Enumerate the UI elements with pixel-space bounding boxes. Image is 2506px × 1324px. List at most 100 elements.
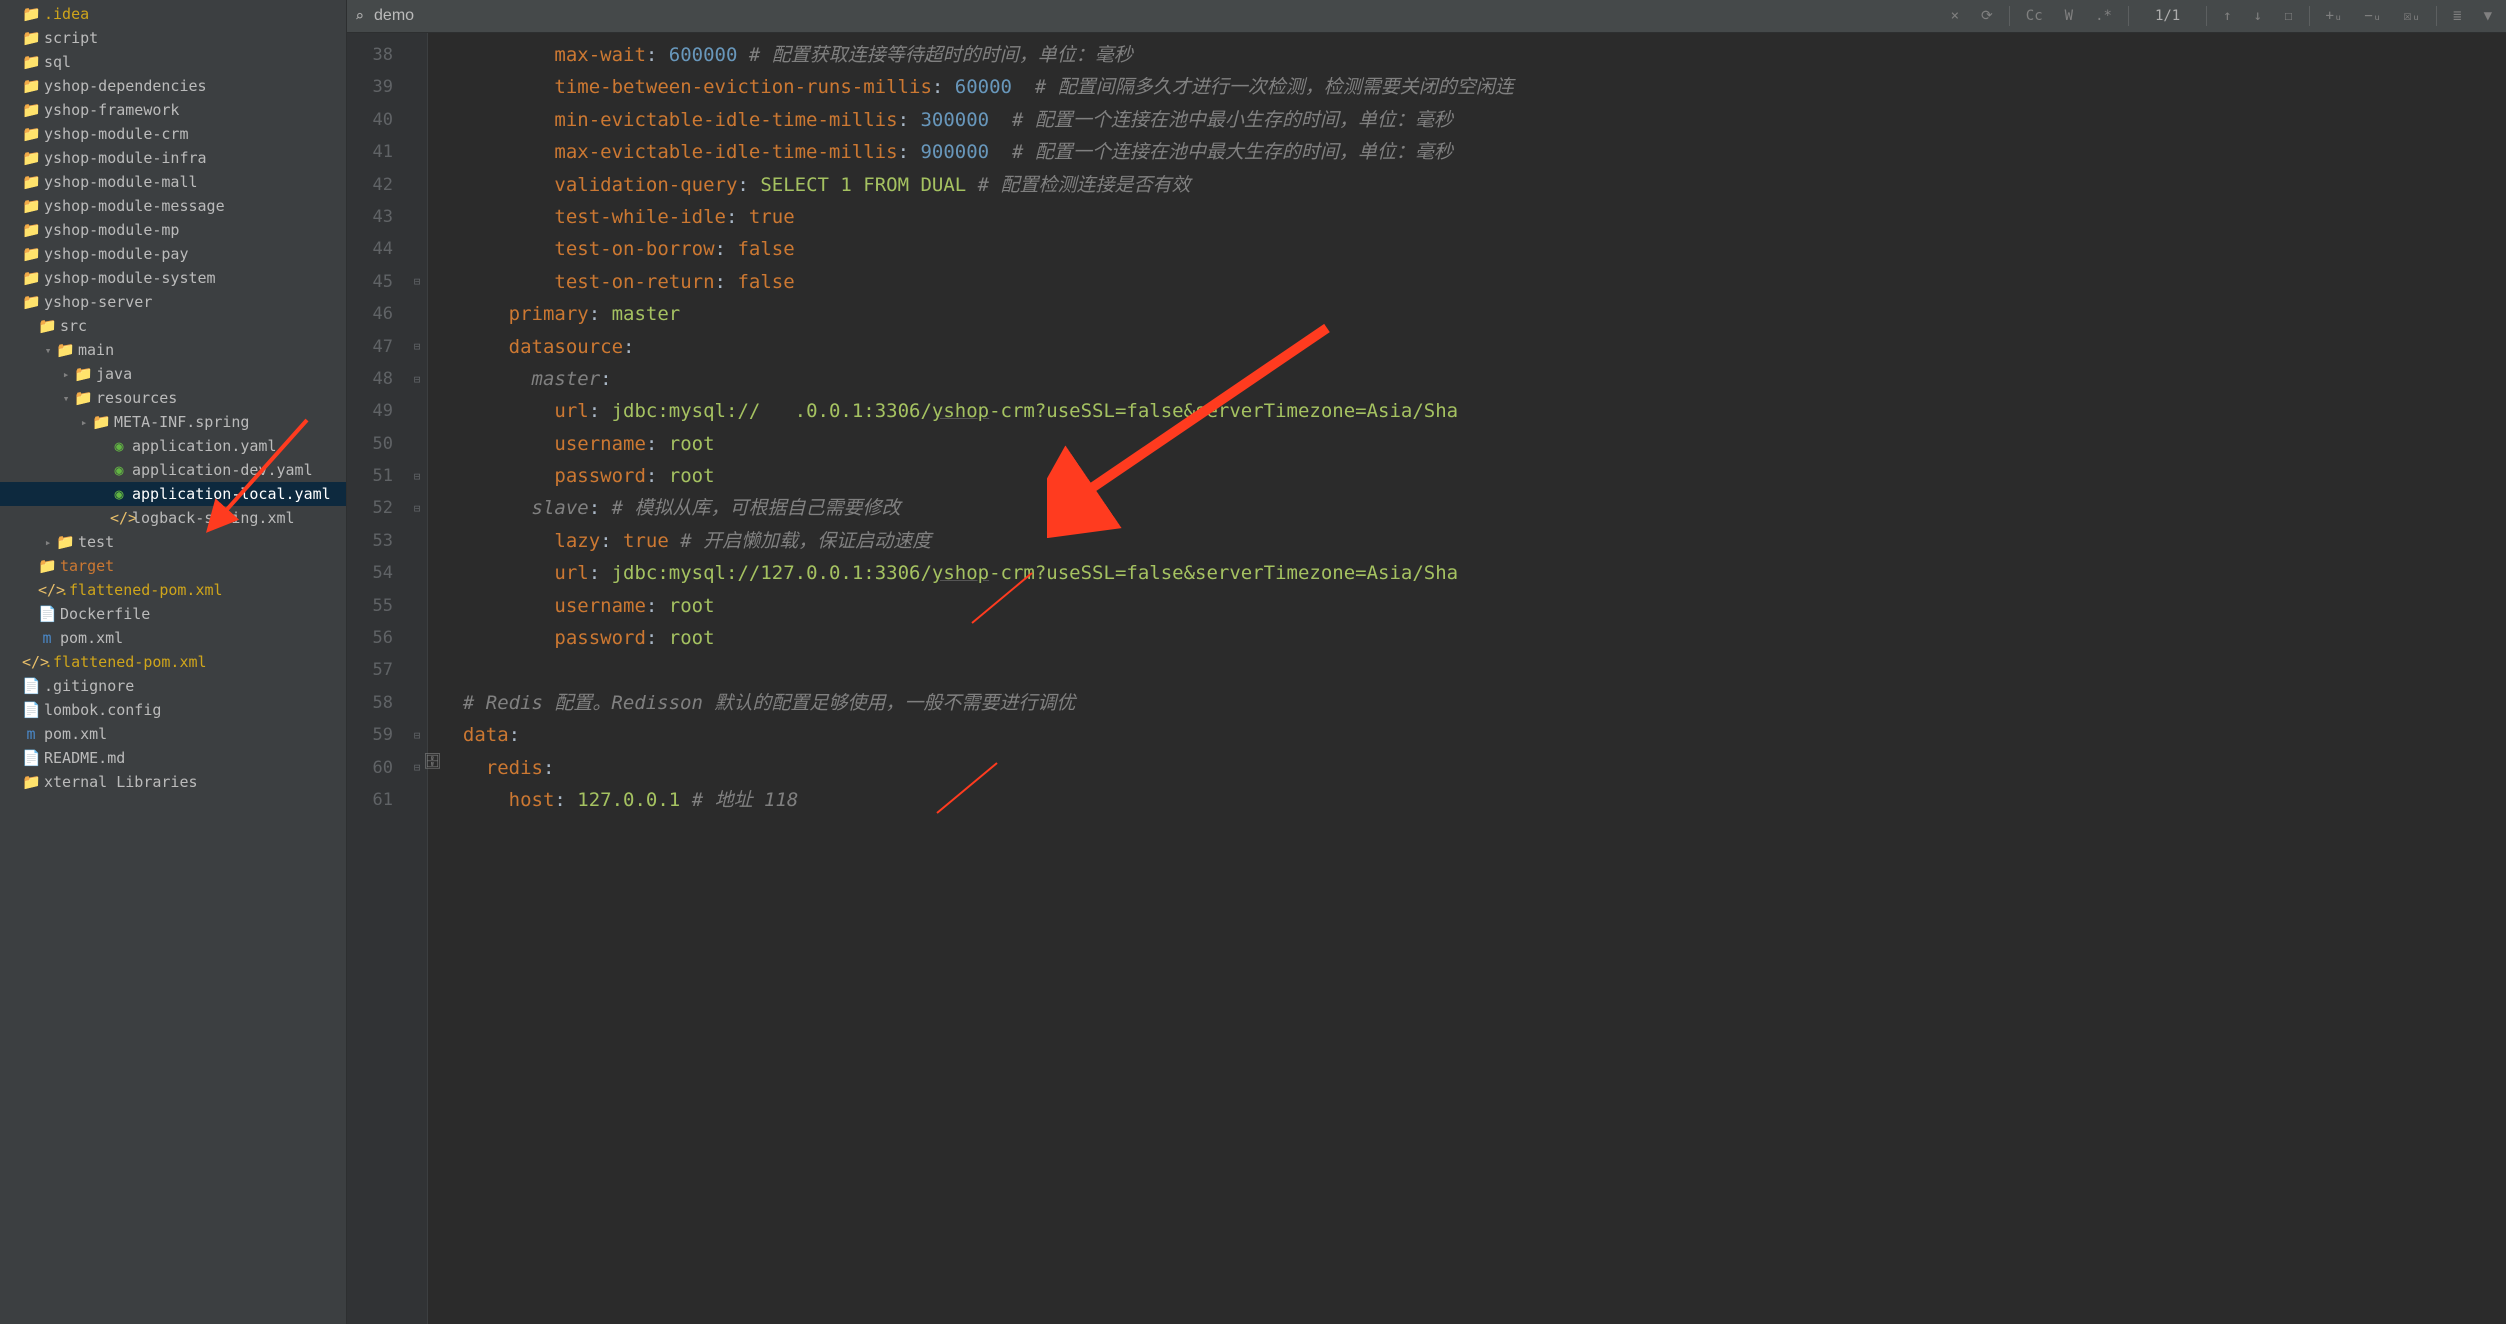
tree-item[interactable]: 📁yshop-server <box>0 290 346 314</box>
tree-item[interactable]: 📁yshop-module-crm <box>0 122 346 146</box>
reload-icon[interactable]: ⟳ <box>1975 6 1999 26</box>
fold-marker[interactable]: ⊟ <box>407 492 427 524</box>
folder-icon: 📁 <box>22 293 40 311</box>
tree-item[interactable]: 📁yshop-module-system <box>0 266 346 290</box>
code-line[interactable]: slave: # 模拟从库，可根据自己需要修改 <box>440 492 2506 524</box>
code-line[interactable]: datasource: <box>440 331 2506 363</box>
prev-match-icon[interactable]: ↑ <box>2217 6 2237 26</box>
tree-item[interactable]: ◉application-local.yaml <box>0 482 346 506</box>
tree-item[interactable]: 📁yshop-module-mp <box>0 218 346 242</box>
tree-item[interactable]: 📁.idea <box>0 2 346 26</box>
code-line[interactable]: max-wait: 600000 # 配置获取连接等待超时的时间，单位：毫秒 <box>440 39 2506 71</box>
tree-item[interactable]: ▸📁java <box>0 362 346 386</box>
tree-item[interactable]: 📄README.md <box>0 746 346 770</box>
tree-item[interactable]: ▾📁resources <box>0 386 346 410</box>
tree-item[interactable]: mpom.xml <box>0 626 346 650</box>
tree-item[interactable]: ▾📁main <box>0 338 346 362</box>
tree-item[interactable]: 📁yshop-dependencies <box>0 74 346 98</box>
tree-item[interactable]: </>logback-spring.xml <box>0 506 346 530</box>
line-number: 47 <box>347 331 407 363</box>
code-line[interactable]: test-on-borrow: false <box>440 233 2506 265</box>
fold-marker[interactable]: ⊟ <box>407 266 427 298</box>
folder-icon: 📁 <box>22 269 40 287</box>
code-line[interactable]: username: root <box>440 590 2506 622</box>
code-line[interactable]: time-between-eviction-runs-millis: 60000… <box>440 71 2506 103</box>
line-number: 38 <box>347 39 407 71</box>
code-line[interactable]: validation-query: SELECT 1 FROM DUAL # 配… <box>440 169 2506 201</box>
select-all-icon[interactable]: ☐ <box>2278 6 2298 26</box>
tree-item[interactable]: ◉application.yaml <box>0 434 346 458</box>
fold-marker[interactable]: ⊟ <box>407 719 427 751</box>
tree-item[interactable]: </>.flattened-pom.xml <box>0 650 346 674</box>
tree-item-label: yshop-framework <box>44 101 179 119</box>
code-line[interactable] <box>440 654 2506 686</box>
tree-item[interactable]: 📁yshop-module-infra <box>0 146 346 170</box>
select-all-occ-icon[interactable]: ☒ᵤ <box>2397 6 2426 26</box>
tree-item[interactable]: 📁xternal Libraries <box>0 770 346 794</box>
remove-selection-icon[interactable]: −ᵤ <box>2358 6 2387 26</box>
code-line[interactable]: primary: master <box>440 298 2506 330</box>
fold-marker[interactable]: ⊟ <box>407 460 427 492</box>
match-case-button[interactable]: Cc <box>2020 6 2049 26</box>
code-line[interactable]: url: jdbc:mysql:// .0.0.1:3306/yshop-crm… <box>440 395 2506 427</box>
close-find-icon[interactable]: × <box>1945 6 1965 26</box>
tree-item[interactable]: 📁script <box>0 26 346 50</box>
tree-item[interactable]: 📁sql <box>0 50 346 74</box>
code-line[interactable]: url: jdbc:mysql://127.0.0.1:3306/yshop-c… <box>440 557 2506 589</box>
folder-icon: 📁 <box>22 77 40 95</box>
tree-item[interactable]: 📄lombok.config <box>0 698 346 722</box>
line-number: 61 <box>347 784 407 816</box>
project-tree[interactable]: 📁.idea📁script📁sql📁yshop-dependencies📁ysh… <box>0 0 347 1324</box>
m-icon: m <box>38 629 56 647</box>
code-line[interactable]: host: 127.0.0.1 # 地址 118 <box>440 784 2506 816</box>
tree-item[interactable]: 📁yshop-module-message <box>0 194 346 218</box>
chevron-icon[interactable]: ▸ <box>76 416 92 429</box>
code-line[interactable]: data: <box>440 719 2506 751</box>
code-line[interactable]: password: root <box>440 460 2506 492</box>
tree-item[interactable]: ▸📁test <box>0 530 346 554</box>
editor[interactable]: 3839404142434445464748495051525354555657… <box>347 33 2506 1324</box>
tree-item-label: yshop-module-crm <box>44 125 189 143</box>
code-line[interactable]: redis: <box>440 752 2506 784</box>
search-input[interactable] <box>374 7 754 25</box>
code-line[interactable]: min-evictable-idle-time-millis: 300000 #… <box>440 104 2506 136</box>
chevron-icon[interactable]: ▸ <box>40 536 56 549</box>
regex-button[interactable]: .* <box>2089 6 2118 26</box>
code-line[interactable]: test-on-return: false <box>440 266 2506 298</box>
code-line[interactable]: # Redis 配置。Redisson 默认的配置足够使用，一般不需要进行调优 <box>440 687 2506 719</box>
chevron-icon[interactable]: ▾ <box>58 392 74 405</box>
chevron-icon[interactable]: ▸ <box>58 368 74 381</box>
code-line[interactable]: username: root <box>440 428 2506 460</box>
more-icon[interactable]: ≣ <box>2447 6 2467 26</box>
tree-item[interactable]: 📁yshop-framework <box>0 98 346 122</box>
chevron-icon[interactable]: ▾ <box>40 344 56 357</box>
code-line[interactable]: password: root <box>440 622 2506 654</box>
tree-item[interactable]: 📁target <box>0 554 346 578</box>
tree-item[interactable]: ◉application-dev.yaml <box>0 458 346 482</box>
tree-item[interactable]: 📁yshop-module-mall <box>0 170 346 194</box>
code-line[interactable]: test-while-idle: true <box>440 201 2506 233</box>
filter-icon[interactable]: ▼ <box>2478 6 2498 26</box>
words-button[interactable]: W <box>2059 6 2079 26</box>
tree-item[interactable]: 📁src <box>0 314 346 338</box>
fold-marker <box>407 298 427 330</box>
code-line[interactable]: max-evictable-idle-time-millis: 900000 #… <box>440 136 2506 168</box>
code-line[interactable]: lazy: true # 开启懒加载，保证启动速度 <box>440 525 2506 557</box>
tree-item[interactable]: 📄Dockerfile <box>0 602 346 626</box>
folder-icon: 📁 <box>22 173 40 191</box>
fold-marker[interactable]: ⊟ <box>407 363 427 395</box>
tree-item[interactable]: 📄.gitignore <box>0 674 346 698</box>
line-number: 51 <box>347 460 407 492</box>
next-match-icon[interactable]: ↓ <box>2248 6 2268 26</box>
code-area[interactable]: max-wait: 600000 # 配置获取连接等待超时的时间，单位：毫秒 t… <box>428 33 2506 1324</box>
add-selection-icon[interactable]: +ᵤ <box>2320 6 2349 26</box>
folder-icon: 📁 <box>38 557 56 575</box>
gutter-folds[interactable]: ⊟⊟⊟⊟⊟⊟⊟ <box>407 33 427 1324</box>
tree-item[interactable]: ▸📁META-INF.spring <box>0 410 346 434</box>
tree-item[interactable]: 📁yshop-module-pay <box>0 242 346 266</box>
tree-item[interactable]: </>.flattened-pom.xml <box>0 578 346 602</box>
fold-marker[interactable]: ⊟ <box>407 331 427 363</box>
tree-item[interactable]: mpom.xml <box>0 722 346 746</box>
fold-marker <box>407 39 427 71</box>
code-line[interactable]: master: <box>440 363 2506 395</box>
